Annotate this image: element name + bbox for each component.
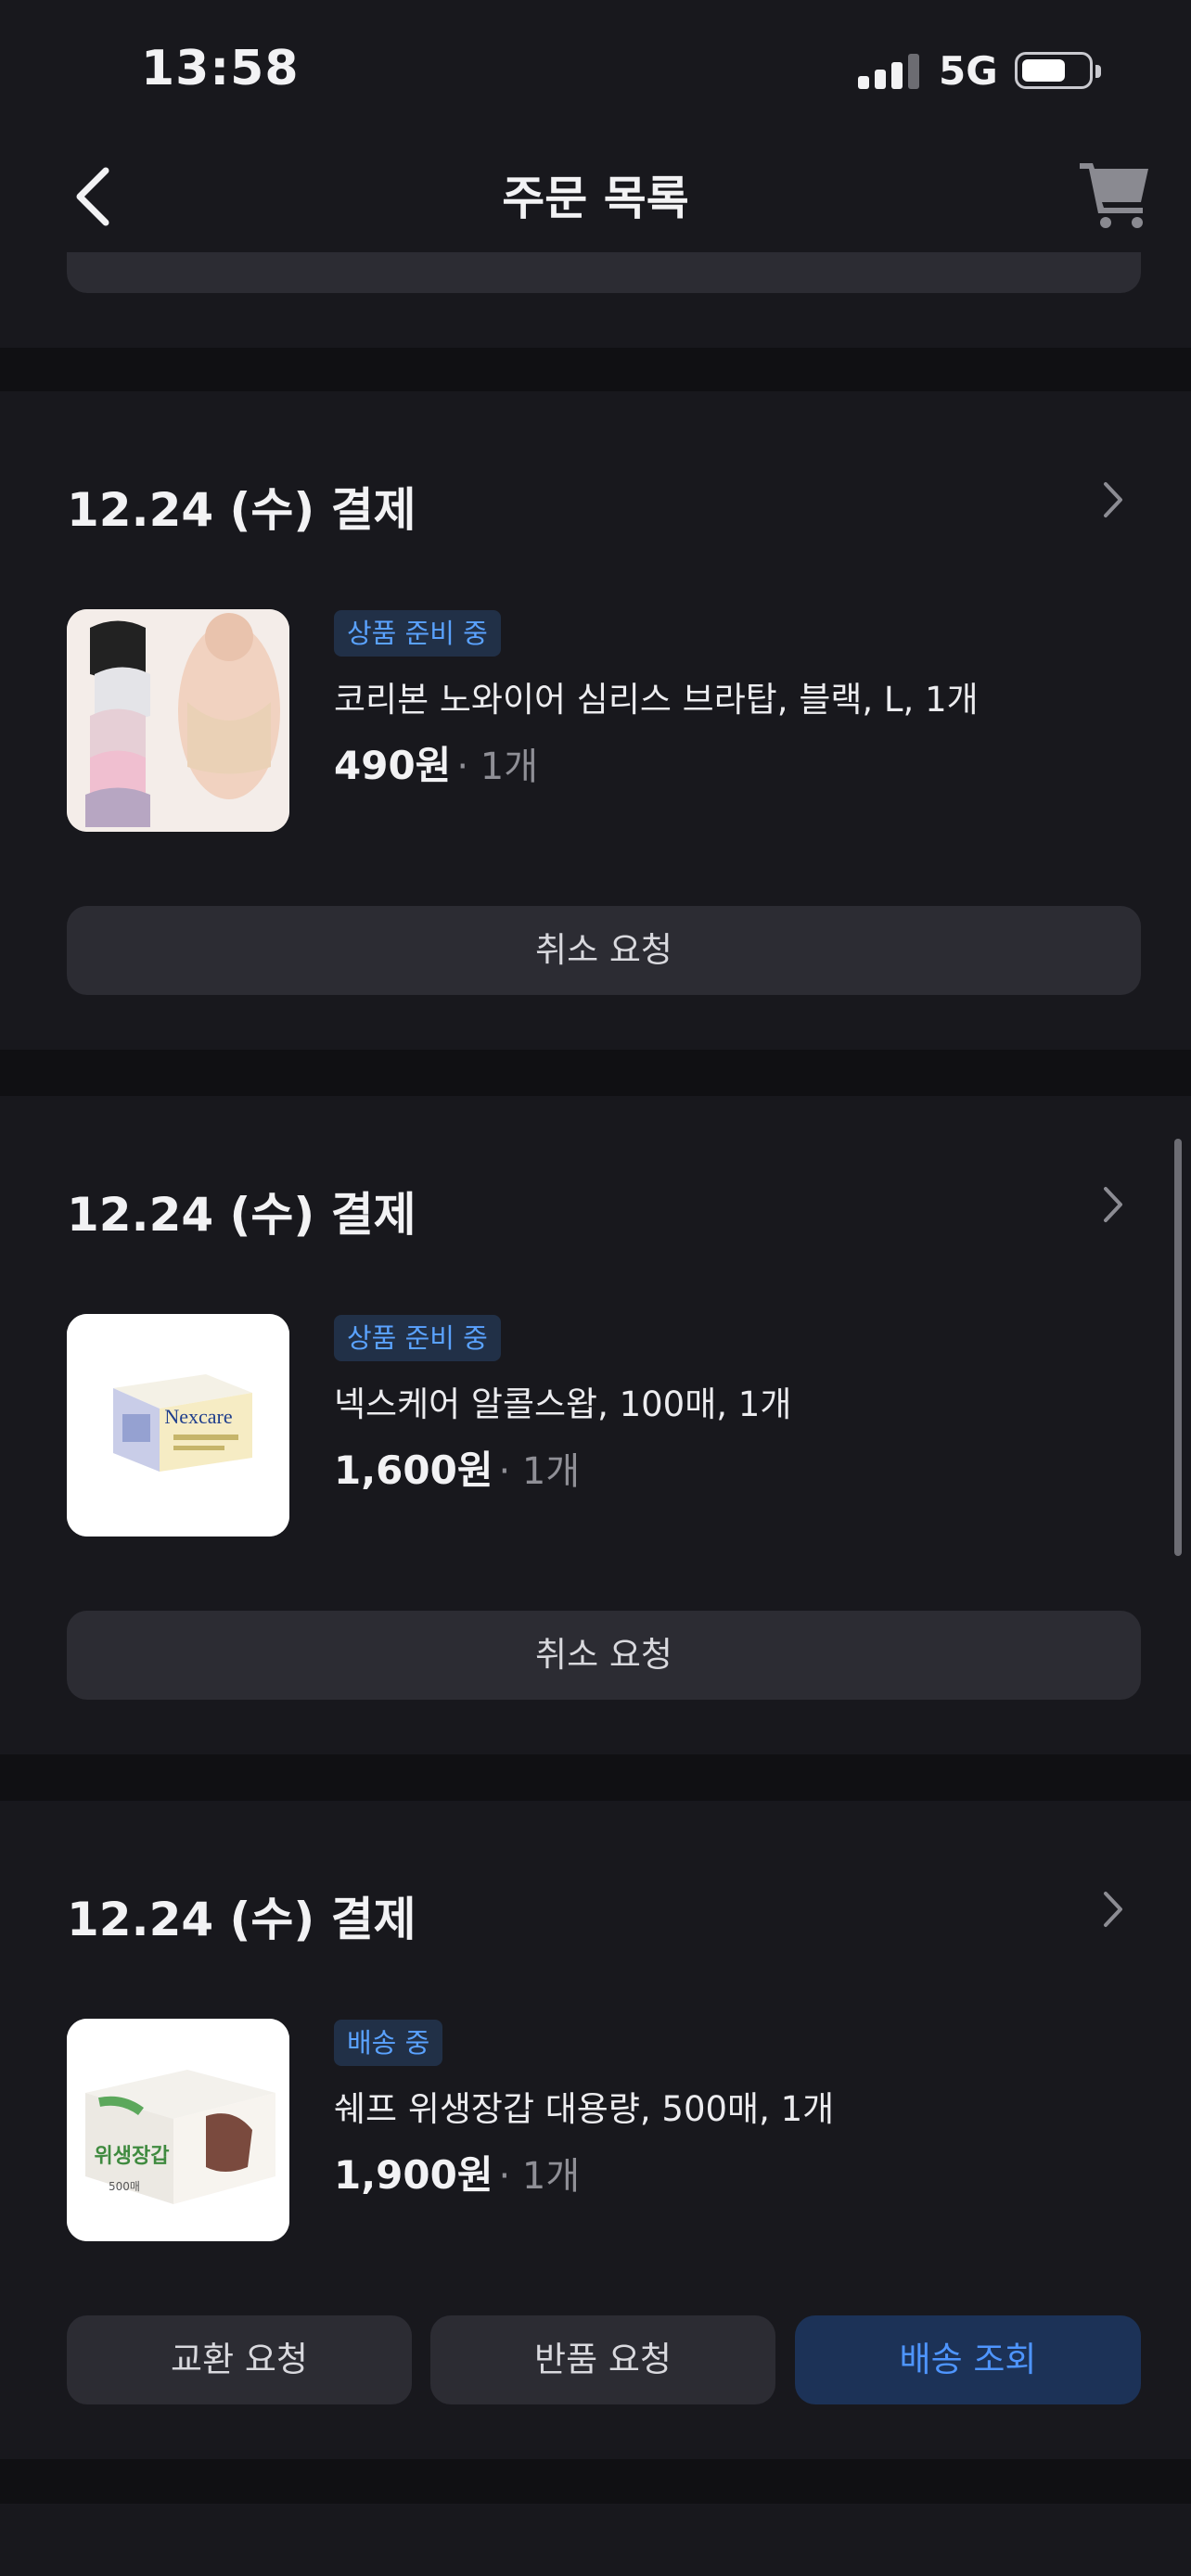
quantity: · 1개 [456, 746, 538, 788]
chevron-right-icon[interactable] [1095, 477, 1132, 523]
cancel-request-button[interactable]: 취소 요청 [67, 1611, 1141, 1700]
order-card: 12.24 (수) 결제 위생장갑 500매 배송 중 쉐프 위생장갑 대용량,… [0, 1801, 1191, 2459]
status-time: 13:58 [141, 41, 300, 96]
chevron-right-icon[interactable] [1095, 1181, 1132, 1228]
price-value: 1,900원 [334, 2152, 493, 2198]
product-name[interactable]: 넥스케어 알콜스왑, 100매, 1개 [334, 1376, 791, 1426]
product-image[interactable]: 위생장갑 500매 [67, 2019, 289, 2241]
network-type: 5G [939, 48, 998, 94]
order-card: 12.24 (수) 결제 Nexcare 상품 준비 중 넥스케어 알콜스왑, … [0, 1096, 1191, 1754]
product-image[interactable] [67, 609, 289, 832]
track-delivery-button[interactable]: 배송 조회 [795, 2315, 1141, 2404]
price-value: 1,600원 [334, 1447, 493, 1493]
product-price: 490원 · 1개 [334, 734, 538, 791]
cart-icon[interactable] [1078, 156, 1152, 230]
order-card: 12.24 (수) 결제 상품 준비 중 코리본 노와이어 심리스 브라탑, 블… [0, 391, 1191, 1050]
order-date: 12.24 (수) 결제 [67, 1188, 416, 1242]
status-badge: 상품 준비 중 [334, 610, 501, 657]
package-label: 위생장갑 [95, 2145, 170, 2168]
product-image[interactable]: Nexcare [67, 1314, 289, 1537]
package-count: 500매 [109, 2180, 140, 2193]
page-title: 주문 목록 [502, 172, 689, 225]
order-card-partial [0, 2504, 1191, 2576]
product-name[interactable]: 쉐프 위생장갑 대용량, 500매, 1개 [334, 2081, 834, 2131]
status-bar: 13:58 5G [0, 0, 1191, 139]
quantity: · 1개 [498, 2155, 581, 2198]
quantity: · 1개 [498, 1450, 581, 1493]
battery-icon [1015, 52, 1101, 89]
signal-icon [858, 54, 919, 89]
return-request-button[interactable]: 반품 요청 [430, 2315, 775, 2404]
product-name[interactable]: 코리본 노와이어 심리스 브라탑, 블랙, L, 1개 [334, 671, 979, 721]
status-badge: 상품 준비 중 [334, 1315, 501, 1361]
product-price: 1,900원 · 1개 [334, 2144, 580, 2200]
chevron-right-icon[interactable] [1095, 1886, 1132, 1932]
nav-bar: 주문 목록 [0, 139, 1191, 252]
exchange-request-button[interactable]: 교환 요청 [67, 2315, 412, 2404]
order-date: 12.24 (수) 결제 [67, 1893, 416, 1946]
order-date: 12.24 (수) 결제 [67, 483, 416, 537]
cancel-request-button[interactable]: 취소 요청 [67, 906, 1141, 995]
product-price: 1,600원 · 1개 [334, 1439, 580, 1496]
status-badge: 배송 중 [334, 2020, 443, 2066]
scrollbar[interactable] [1174, 1139, 1182, 1556]
brand-label: Nexcare [164, 1405, 232, 1428]
price-value: 490원 [334, 743, 452, 788]
